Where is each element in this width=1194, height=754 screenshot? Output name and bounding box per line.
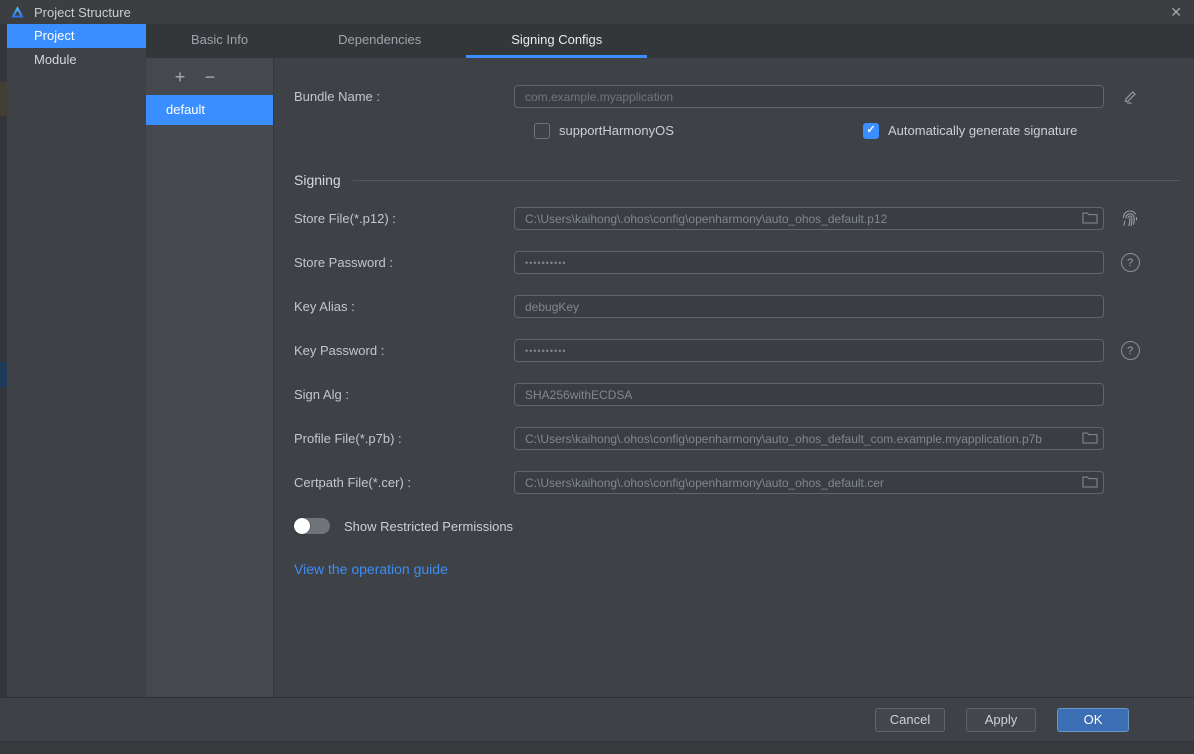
support-harmonyos-group: supportHarmonyOS: [534, 123, 863, 139]
tab-dependencies[interactable]: Dependencies: [293, 24, 466, 58]
sign-alg-input[interactable]: [514, 383, 1104, 406]
help-icon[interactable]: ?: [1121, 253, 1140, 272]
help-glyph: ?: [1127, 345, 1133, 357]
project-structure-dialog: Project Structure ✕ Project Module Basic…: [0, 0, 1194, 754]
bottom-strip: [0, 741, 1194, 754]
key-alias-input-wrap: [514, 295, 1104, 318]
store-file-label: Store File(*.p12) :: [294, 211, 514, 226]
deveco-logo-icon: [10, 5, 25, 20]
key-alias-input[interactable]: [514, 295, 1104, 318]
signing-config-form: Bundle Name :: [274, 58, 1194, 697]
show-restricted-permissions-row: Show Restricted Permissions: [294, 516, 1194, 536]
bundle-name-gutter: [1104, 88, 1156, 105]
config-list-toolbar: + −: [146, 58, 273, 95]
bundle-name-label: Bundle Name :: [294, 89, 514, 104]
tab-bar: Basic Info Dependencies Signing Configs: [146, 24, 1194, 58]
signing-section-title: Signing: [294, 172, 341, 188]
remove-config-icon[interactable]: −: [201, 68, 219, 86]
folder-icon[interactable]: [1082, 431, 1099, 446]
certpath-file-input[interactable]: [514, 471, 1104, 494]
ok-button[interactable]: OK: [1057, 708, 1129, 732]
profile-file-input-wrap: [514, 427, 1104, 450]
footer-button-bar: Cancel Apply OK: [0, 697, 1194, 741]
sign-alg-label: Sign Alg :: [294, 387, 514, 402]
support-harmonyos-label: supportHarmonyOS: [559, 123, 674, 138]
certpath-file-row: Certpath File(*.cer) :: [294, 471, 1194, 494]
tab-signing-configs[interactable]: Signing Configs: [466, 24, 647, 58]
store-file-gutter: [1104, 209, 1156, 229]
store-password-gutter: ?: [1104, 253, 1156, 272]
fingerprint-icon[interactable]: [1120, 209, 1140, 229]
operation-guide-link[interactable]: View the operation guide: [294, 561, 448, 577]
support-harmonyos-checkbox[interactable]: [534, 123, 550, 139]
bundle-name-row: Bundle Name :: [294, 85, 1194, 108]
tab-basic-info[interactable]: Basic Info: [146, 24, 293, 58]
key-password-input-wrap: [514, 339, 1104, 362]
check-icon: ✓: [866, 125, 875, 136]
main-area: Project Module Basic Info Dependencies S…: [0, 24, 1194, 697]
apply-button[interactable]: Apply: [966, 708, 1036, 732]
auto-signature-label: Automatically generate signature: [888, 123, 1077, 138]
store-file-input-wrap: [514, 207, 1104, 230]
content-row: + − default Bundle Name :: [146, 58, 1194, 697]
background-artifact: [0, 362, 7, 387]
profile-file-row: Profile File(*.p7b) :: [294, 427, 1194, 450]
folder-icon[interactable]: [1082, 211, 1099, 226]
background-artifact: [0, 82, 7, 116]
bundle-name-input-wrap: [514, 85, 1104, 108]
key-alias-row: Key Alias :: [294, 295, 1194, 318]
sign-alg-input-wrap: [514, 383, 1104, 406]
show-restricted-permissions-toggle[interactable]: [294, 518, 330, 534]
store-password-row: Store Password : ?: [294, 251, 1194, 274]
close-icon[interactable]: ✕: [1170, 5, 1182, 19]
sign-alg-row: Sign Alg :: [294, 383, 1194, 406]
key-password-row: Key Password : ?: [294, 339, 1194, 362]
store-file-row: Store File(*.p12) :: [294, 207, 1194, 230]
signing-config-list: + − default: [146, 58, 274, 697]
store-password-input[interactable]: [514, 251, 1104, 274]
sidebar-item-project[interactable]: Project: [7, 24, 146, 48]
config-list-item-default[interactable]: default: [146, 95, 273, 125]
auto-signature-group: ✓ Automatically generate signature: [863, 123, 1077, 139]
edit-pencil-icon[interactable]: [1122, 88, 1139, 105]
key-password-input[interactable]: [514, 339, 1104, 362]
right-pane: Basic Info Dependencies Signing Configs …: [146, 24, 1194, 697]
certpath-file-label: Certpath File(*.cer) :: [294, 475, 514, 490]
sidebar: Project Module: [7, 24, 146, 697]
add-config-icon[interactable]: +: [171, 68, 189, 86]
key-password-gutter: ?: [1104, 341, 1156, 360]
certpath-file-input-wrap: [514, 471, 1104, 494]
signing-section-header: Signing: [294, 172, 1194, 188]
key-alias-label: Key Alias :: [294, 299, 514, 314]
help-glyph: ?: [1127, 257, 1133, 269]
profile-file-input[interactable]: [514, 427, 1104, 450]
left-edge-strip: [0, 24, 7, 697]
folder-icon[interactable]: [1082, 475, 1099, 490]
profile-file-label: Profile File(*.p7b) :: [294, 431, 514, 446]
dialog-title: Project Structure: [34, 5, 131, 20]
key-password-label: Key Password :: [294, 343, 514, 358]
show-restricted-permissions-label: Show Restricted Permissions: [344, 519, 513, 534]
store-file-input[interactable]: [514, 207, 1104, 230]
section-divider: [353, 180, 1180, 181]
bundle-name-input[interactable]: [514, 85, 1104, 108]
toggle-knob: [294, 518, 310, 534]
sidebar-item-module[interactable]: Module: [7, 48, 146, 72]
title-bar: Project Structure ✕: [0, 0, 1194, 24]
store-password-label: Store Password :: [294, 255, 514, 270]
checkbox-row: supportHarmonyOS ✓ Automatically generat…: [534, 122, 1194, 139]
help-icon[interactable]: ?: [1121, 341, 1140, 360]
auto-signature-checkbox[interactable]: ✓: [863, 123, 879, 139]
store-password-input-wrap: [514, 251, 1104, 274]
cancel-button[interactable]: Cancel: [875, 708, 945, 732]
